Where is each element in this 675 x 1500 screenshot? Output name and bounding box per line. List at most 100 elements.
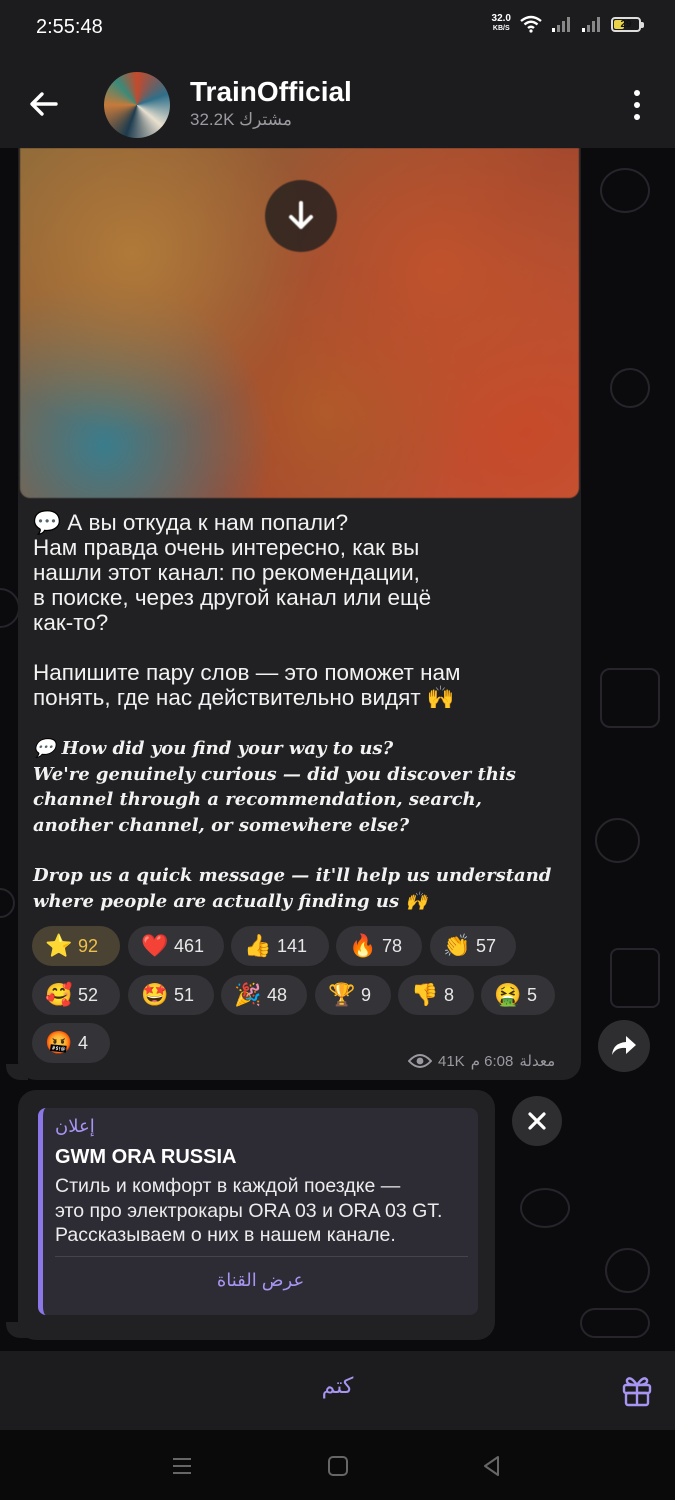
clap-icon: 👏 (443, 933, 471, 958)
subscriber-count: 32.2K مشترك (190, 110, 292, 129)
net-speed-unit: KB/S (492, 25, 510, 32)
status-bar: 2:55:48 32.0 KB/S 29 (0, 0, 675, 60)
text-line: where people are actually finding us 🙌 (33, 890, 428, 912)
text-line: Drop us a quick message — it'll help us … (33, 865, 552, 886)
share-arrow-icon (612, 1036, 636, 1055)
recent-apps-icon[interactable] (170, 1454, 194, 1478)
signal-icon-1 (552, 17, 570, 32)
reaction-count: 52 (78, 984, 99, 1005)
download-arrow-icon (289, 201, 313, 229)
reaction-count: 9 (361, 984, 372, 1005)
ad-label: إعلان (55, 1116, 95, 1136)
reaction-fire[interactable]: 🔥 78 (336, 926, 422, 966)
reaction-clap[interactable]: 👏 57 (430, 926, 516, 966)
home-icon[interactable] (326, 1454, 350, 1478)
battery-level: 29 (620, 18, 632, 30)
post-text-ru-2: Напишите пару слов — это поможет нам пон… (33, 660, 573, 710)
view-channel-button[interactable]: عرض القناة (43, 1270, 478, 1291)
net-speed-value: 32.0 (491, 13, 511, 24)
close-ad-button[interactable] (512, 1096, 562, 1146)
thumbs-down-icon: 👎 (411, 982, 439, 1007)
battery-icon: 29 (611, 16, 644, 32)
chat-header: TrainOfficial 32.2K مشترك (0, 60, 675, 148)
fire-icon: 🔥 (349, 933, 377, 958)
download-button[interactable] (265, 180, 337, 252)
close-icon (528, 1112, 546, 1130)
text-line: понять, где нас действительно видят 🙌 (33, 685, 455, 710)
channel-name[interactable]: TrainOfficial (190, 76, 352, 108)
reaction-cursing[interactable]: 🤬 4 (32, 1023, 110, 1063)
reaction-count: 8 (444, 984, 455, 1005)
text-line: 💬 А вы откуда к нам попали? (33, 510, 349, 535)
status-icons: 32.0 KB/S 29 (492, 14, 644, 34)
reaction-count: 5 (527, 984, 538, 1005)
reaction-count: 57 (476, 935, 497, 956)
ad-title: GWM ORA RUSSIA (55, 1146, 237, 1168)
post-text-en-1: 💬 How did you find your way to us? We're… (33, 736, 573, 838)
status-time: 2:55:48 (36, 16, 103, 38)
post-text-ru-1: 💬 А вы откуда к нам попали? Нам правда о… (33, 510, 573, 635)
signal-icon-2 (582, 17, 600, 32)
ad-body: Стиль и комфорт в каждой поездке — это п… (55, 1174, 475, 1248)
reaction-count: 461 (174, 935, 205, 956)
reaction-count: 78 (382, 935, 403, 956)
post-text-en-2: Drop us a quick message — it'll help us … (33, 863, 573, 914)
text-line: это про электрокары ORA 03 и ORA 03 GT. (55, 1199, 443, 1222)
reaction-thumbs-up[interactable]: 👍 141 (231, 926, 329, 966)
reaction-star-struck[interactable]: 🤩 51 (128, 975, 214, 1015)
party-popper-icon: 🎉 (234, 982, 262, 1007)
text-line: Нам правда очень интересно, как вы (33, 535, 420, 560)
cursing-face-icon: 🤬 (45, 1030, 73, 1055)
text-line: Напишите пару слов — это поможет нам (33, 660, 461, 685)
ad-divider (55, 1256, 468, 1257)
back-triangle-icon[interactable] (480, 1454, 504, 1478)
text-line: We're genuinely curious — did you discov… (33, 763, 516, 785)
text-line: another channel, or somewhere else? (33, 814, 410, 836)
system-nav-bar (0, 1430, 675, 1500)
reaction-smiling-hearts[interactable]: 🥰 52 (32, 975, 120, 1015)
text-line: Рассказываем о них в нашем канале. (55, 1224, 396, 1246)
gift-icon[interactable] (621, 1373, 653, 1407)
text-line: channel through a recommendation, search… (33, 789, 482, 810)
reaction-count: 141 (277, 935, 308, 956)
text-line: Стиль и комфорт в каждой поездке — (55, 1175, 401, 1197)
wifi-icon (520, 15, 542, 33)
net-speed: 32.0 KB/S (492, 14, 511, 34)
post-meta: 41K 6:08 م معدلة (408, 1052, 555, 1070)
reaction-vomit[interactable]: 🤮 5 (481, 975, 555, 1015)
reaction-trophy[interactable]: 🏆 9 (315, 975, 391, 1015)
reaction-heart[interactable]: ❤️ 461 (128, 926, 224, 966)
edited-label: معدلة (519, 1053, 556, 1070)
post-media-blurred[interactable] (20, 148, 579, 498)
star-struck-icon: 🤩 (141, 982, 169, 1007)
reaction-count: 92 (78, 935, 99, 956)
text-line: 💬 How did you find your way to us? (33, 738, 394, 759)
more-vert-icon[interactable] (625, 90, 649, 120)
reaction-count: 4 (78, 1032, 89, 1053)
mute-button[interactable]: كتم (0, 1373, 675, 1399)
vomit-icon: 🤮 (494, 982, 522, 1007)
share-button[interactable] (598, 1020, 650, 1072)
text-line: нашли этот канал: по рекомендации, (33, 560, 420, 585)
heart-icon: ❤️ (141, 933, 169, 958)
reaction-star[interactable]: ⭐ 92 (32, 926, 120, 966)
smiling-hearts-icon: 🥰 (45, 982, 73, 1007)
reaction-thumbs-down[interactable]: 👎 8 (398, 975, 474, 1015)
ad-card[interactable]: إعلان GWM ORA RUSSIA Стиль и комфорт в к… (38, 1108, 478, 1315)
sponsored-message[interactable]: إعلان GWM ORA RUSSIA Стиль и комфорт в к… (18, 1090, 495, 1340)
channel-avatar[interactable] (104, 72, 170, 138)
trophy-icon: 🏆 (328, 982, 356, 1007)
eye-icon (408, 1054, 432, 1068)
view-count: 41K (438, 1052, 465, 1070)
post-time: 6:08 م (470, 1053, 514, 1070)
text-line: в поиске, через другой канал или ещё (33, 585, 432, 610)
thumbs-up-icon: 👍 (244, 933, 272, 958)
reaction-party[interactable]: 🎉 48 (221, 975, 307, 1015)
back-arrow-icon[interactable] (26, 86, 62, 122)
reaction-count: 51 (174, 984, 195, 1005)
reaction-count: 48 (267, 984, 288, 1005)
channel-bottom-bar: كتم (0, 1351, 675, 1430)
text-line: как-то? (33, 610, 109, 635)
star-icon: ⭐ (45, 933, 73, 958)
channel-post[interactable]: 💬 А вы откуда к нам попали? Нам правда о… (18, 148, 581, 1080)
